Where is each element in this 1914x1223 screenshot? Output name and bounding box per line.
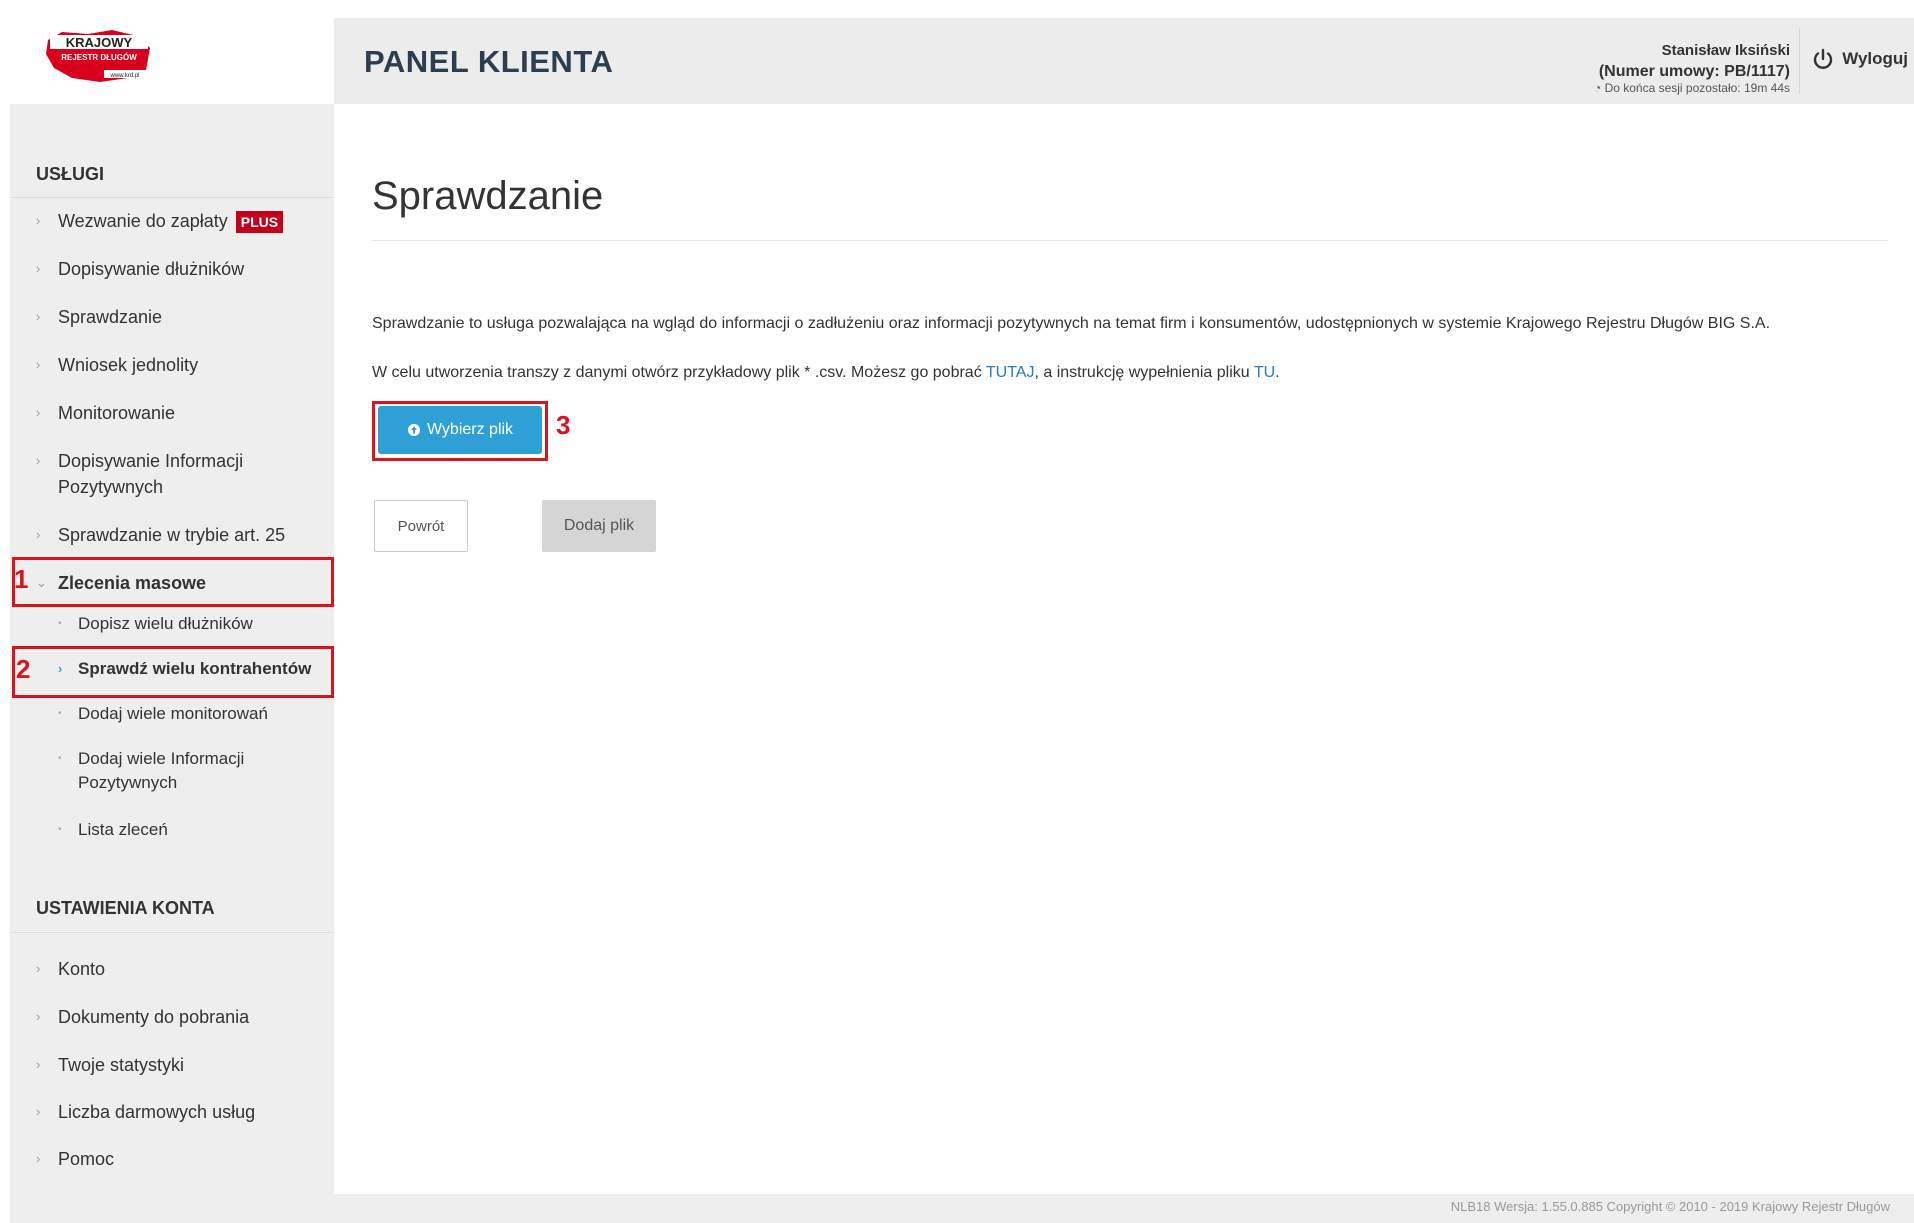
sidebar-subitem-add-many-positive-info[interactable]: • Dodaj wiele Informacji Pozytywnych — [58, 747, 278, 795]
chevron-right-icon: › — [36, 213, 41, 228]
chevron-right-icon: › — [36, 405, 41, 420]
chevron-right-icon: › — [36, 357, 41, 372]
top-bar: KRAJOWY REJESTR DŁUGÓW www.krd.pl PANEL … — [10, 18, 1914, 104]
sidebar-item-uniform-request[interactable]: › Wniosek jednolity — [36, 352, 198, 378]
back-button[interactable]: Powrót — [374, 500, 468, 552]
annotation-number-1: 1 — [14, 564, 29, 594]
sidebar-subitem-orders-list[interactable]: • Lista zleceń — [58, 818, 168, 842]
sidebar-item-statistics[interactable]: › Twoje statystyki — [36, 1052, 184, 1078]
sidebar-header-account: USTAWIENIA KONTA — [36, 898, 215, 918]
annotation-number-3: 3 — [556, 410, 571, 440]
sidebar-divider — [10, 932, 334, 933]
sidebar-item-label: Dokumenty do pobrania — [58, 1007, 250, 1027]
contract-number: (Numer umowy: PB/1117) — [1598, 63, 1790, 80]
instruction-text: W celu utworzenia transzy z danymi otwór… — [372, 364, 1280, 382]
instruction-mid: , a instrukcję wypełnienia pliku — [1034, 364, 1254, 381]
chevron-right-icon: › — [36, 1104, 41, 1119]
logout-label: Wyloguj — [1842, 49, 1908, 68]
sidebar-item-label: Sprawdzanie — [58, 307, 163, 327]
annotation-number-2: 2 — [16, 654, 31, 684]
sidebar-item-add-debtors[interactable]: › Dopisywanie dłużników — [36, 256, 244, 282]
annotation-box-2 — [12, 646, 334, 698]
logo-text-1: KRAJOWY — [66, 35, 133, 50]
main-content: Sprawdzanie Sprawdzanie to usługa pozwal… — [334, 104, 1914, 1194]
sidebar-divider — [10, 197, 334, 198]
logo-text-3: www.krd.pl — [109, 73, 139, 79]
sidebar-subitem-label: Lista zleceń — [78, 820, 168, 839]
chevron-right-icon: › — [36, 961, 41, 976]
sidebar-subitem-label: Dopisz wielu dłużników — [78, 614, 253, 633]
service-description: Sprawdzanie to usługa pozwalająca na wgl… — [372, 315, 1771, 332]
power-icon — [1814, 48, 1833, 69]
user-name: Stanisław Iksiński — [1661, 42, 1790, 59]
sidebar-item-positive-info[interactable]: › Dopisywanie Informacji Pozytywnych — [36, 448, 286, 500]
user-info: Stanisław Iksiński (Numer umowy: PB/1117… — [1594, 42, 1790, 95]
chevron-right-icon: › — [36, 309, 41, 324]
footer: NLB18 Wersja: 1.55.0.885 Copyright © 201… — [10, 1194, 1914, 1223]
app-frame: KRAJOWY REJESTR DŁUGÓW www.krd.pl PANEL … — [10, 18, 1914, 1223]
panel-title: PANEL KLIENTA — [364, 44, 614, 79]
chevron-right-icon: › — [36, 1151, 41, 1166]
sidebar-item-help[interactable]: › Pomoc — [36, 1146, 114, 1172]
chevron-right-icon: › — [36, 261, 41, 276]
bullet-icon: • — [58, 708, 62, 719]
sample-file-link[interactable]: TUTAJ — [986, 364, 1035, 381]
sidebar-item-free-services[interactable]: › Liczba darmowych usług — [36, 1099, 255, 1125]
sidebar: USŁUGI › Wezwanie do zapłaty PLUS › Dopi… — [10, 104, 334, 1194]
sidebar-item-label: Wniosek jednolity — [58, 355, 199, 375]
header-main: PANEL KLIENTA Stanisław Iksiński (Numer … — [334, 18, 1914, 104]
sidebar-item-label: Liczba darmowych usług — [58, 1102, 256, 1122]
sidebar-item-label: Twoje statystyki — [58, 1055, 185, 1075]
logo-text-2: REJESTR DŁUGÓW — [61, 53, 137, 62]
logout-divider — [1799, 28, 1800, 94]
chevron-right-icon: › — [36, 453, 41, 468]
sidebar-item-label: Wezwanie do zapłaty — [58, 211, 228, 231]
sidebar-item-checking[interactable]: › Sprawdzanie — [36, 304, 162, 330]
chevron-right-icon: › — [36, 1009, 41, 1024]
chevron-right-icon: › — [36, 527, 41, 542]
sidebar-item-account[interactable]: › Konto — [36, 956, 105, 982]
sidebar-subitem-add-many-debtors[interactable]: • Dopisz wielu dłużników — [58, 612, 253, 636]
sidebar-item-documents[interactable]: › Dokumenty do pobrania — [36, 1004, 249, 1030]
logo-box[interactable]: KRAJOWY REJESTR DŁUGÓW www.krd.pl — [10, 18, 334, 104]
bullet-icon: • — [58, 824, 62, 835]
session-timer: ◔ Do końca sesji pozostało: 19m 44s — [1594, 81, 1790, 95]
footer-text: NLB18 Wersja: 1.55.0.885 Copyright © 201… — [1450, 1199, 1890, 1214]
bullet-icon: • — [58, 618, 62, 629]
plus-badge: PLUS — [235, 211, 284, 233]
sidebar-item-label: Dopisywanie Informacji Pozytywnych — [58, 451, 244, 497]
sidebar-item-label: Pomoc — [58, 1149, 115, 1169]
sidebar-header-services: USŁUGI — [36, 164, 105, 184]
sidebar-item-payment-request[interactable]: › Wezwanie do zapłaty PLUS — [36, 208, 284, 234]
session-text: Do końca sesji pozostało: 19m 44s — [1604, 81, 1790, 95]
sidebar-subitem-label: Dodaj wiele Informacji Pozytywnych — [78, 749, 245, 792]
add-file-button[interactable]: Dodaj plik — [542, 500, 656, 552]
sidebar-item-label: Konto — [58, 959, 106, 979]
sidebar-subitem-add-many-monitorings[interactable]: • Dodaj wiele monitorowań — [58, 702, 268, 726]
sidebar-item-label: Sprawdzanie w trybie art. 25 — [58, 525, 286, 545]
chevron-right-icon: › — [36, 1057, 41, 1072]
sidebar-item-checking-art25[interactable]: › Sprawdzanie w trybie art. 25 — [36, 522, 285, 548]
sidebar-subitem-label: Dodaj wiele monitorowań — [78, 704, 268, 723]
title-divider — [372, 240, 1888, 241]
sidebar-item-monitoring[interactable]: › Monitorowanie — [36, 400, 175, 426]
annotation-box-1 — [12, 557, 334, 607]
instructions-link[interactable]: TU — [1254, 364, 1275, 381]
instruction-pre: W celu utworzenia transzy z danymi otwór… — [372, 364, 986, 381]
sidebar-item-label: Dopisywanie dłużników — [58, 259, 245, 279]
annotation-box-3 — [372, 401, 548, 461]
clock-icon: ◔ — [1593, 81, 1602, 95]
sidebar-item-label: Monitorowanie — [58, 403, 176, 423]
instruction-post: . — [1275, 364, 1280, 381]
logout-button[interactable]: Wyloguj — [1812, 48, 1908, 70]
krd-logo: KRAJOWY REJESTR DŁUGÓW www.krd.pl — [46, 30, 150, 82]
bullet-icon: • — [58, 753, 62, 764]
page-title: Sprawdzanie — [372, 174, 604, 218]
